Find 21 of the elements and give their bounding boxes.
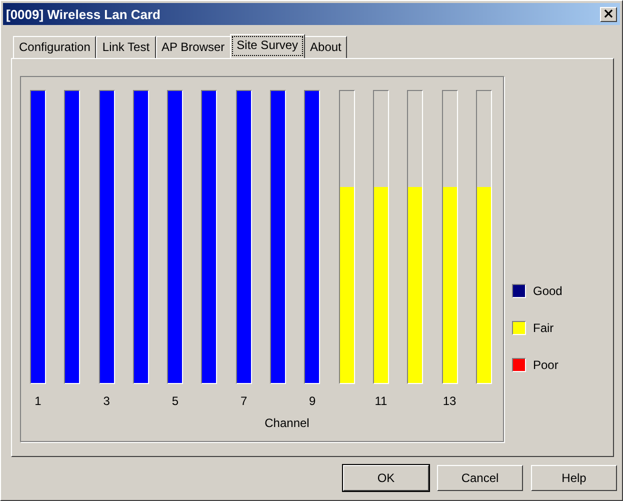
channel-number: 3	[103, 394, 110, 408]
legend-label: Fair	[533, 321, 554, 335]
tab[interactable]: AP Browser	[156, 36, 231, 58]
dialog-button[interactable]: Help	[531, 465, 617, 491]
channel-number: 1	[34, 394, 42, 408]
channel-number: 11	[374, 394, 388, 408]
window-title: [0009] Wireless Lan Card	[6, 6, 161, 22]
channel-number: 13	[442, 394, 456, 408]
dialog-button[interactable]: Cancel	[437, 465, 523, 491]
tab[interactable]: Configuration	[13, 36, 96, 58]
legend-label: Poor	[533, 358, 558, 372]
axis-label: Channel	[264, 416, 310, 430]
tab[interactable]: Site Survey	[230, 34, 306, 58]
channel-number: 9	[309, 394, 316, 408]
tab[interactable]: Link Test	[96, 36, 156, 58]
channel-number: 5	[172, 394, 179, 408]
close-button[interactable]: ×	[600, 6, 617, 22]
dialog-button[interactable]: OK	[343, 465, 429, 491]
legend-label: Good	[533, 284, 562, 298]
channel-number: 7	[240, 394, 248, 408]
tab[interactable]: About	[304, 36, 348, 58]
